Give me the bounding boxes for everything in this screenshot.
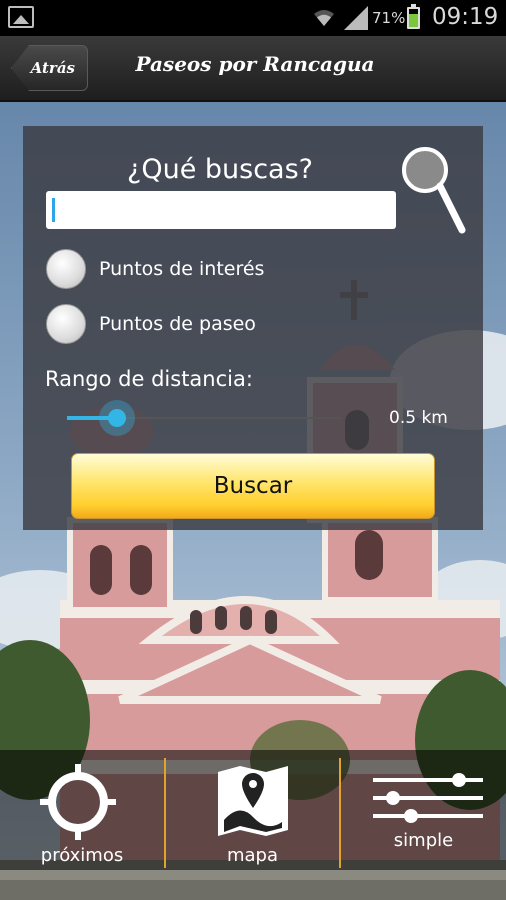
map-pin-icon	[218, 766, 288, 836]
status-bar: 71% 09:19	[0, 0, 506, 36]
wifi-icon	[314, 10, 334, 26]
tab-mapa[interactable]: mapa	[166, 750, 339, 870]
tab-proximos[interactable]: próximos	[0, 750, 164, 870]
option-label: Puntos de interés	[99, 258, 265, 280]
signal-icon	[344, 6, 368, 30]
bottom-tab-bar: próximos mapa simple	[0, 750, 506, 870]
option-puntos-paseo[interactable]: Puntos de paseo	[46, 304, 346, 344]
range-label: Rango de distancia:	[45, 367, 253, 391]
search-heading: ¿Qué buscas?	[127, 154, 313, 185]
search-panel: ¿Qué buscas? Puntos de interés Puntos de…	[23, 126, 483, 530]
magnifier-icon[interactable]	[401, 146, 467, 234]
range-value: 0.5 km	[389, 408, 448, 428]
search-button[interactable]: Buscar	[71, 453, 435, 519]
distance-slider[interactable]	[67, 400, 342, 436]
sliders-icon	[373, 773, 483, 823]
back-button[interactable]: Atrás	[11, 45, 88, 91]
action-bar: Atrás Paseos por Rancagua	[0, 36, 506, 102]
battery-icon	[407, 4, 420, 29]
battery-level-fill	[409, 14, 418, 27]
search-input[interactable]	[46, 191, 396, 229]
radio-button[interactable]	[46, 249, 86, 289]
battery-percent: 71%	[372, 9, 406, 27]
crosshair-icon	[40, 764, 116, 840]
clock: 09:19	[432, 4, 499, 30]
tab-label: mapa	[226, 845, 279, 866]
option-label: Puntos de paseo	[99, 313, 256, 335]
app-title: Paseos por Rancagua	[135, 52, 375, 76]
text-cursor	[52, 198, 55, 222]
option-puntos-interes[interactable]: Puntos de interés	[46, 249, 346, 289]
radio-button[interactable]	[46, 304, 86, 344]
tab-label: simple	[393, 830, 454, 851]
slider-thumb[interactable]	[98, 400, 135, 436]
tab-simple[interactable]: simple	[341, 750, 506, 870]
gallery-icon	[8, 6, 34, 28]
tab-label: próximos	[40, 845, 124, 866]
